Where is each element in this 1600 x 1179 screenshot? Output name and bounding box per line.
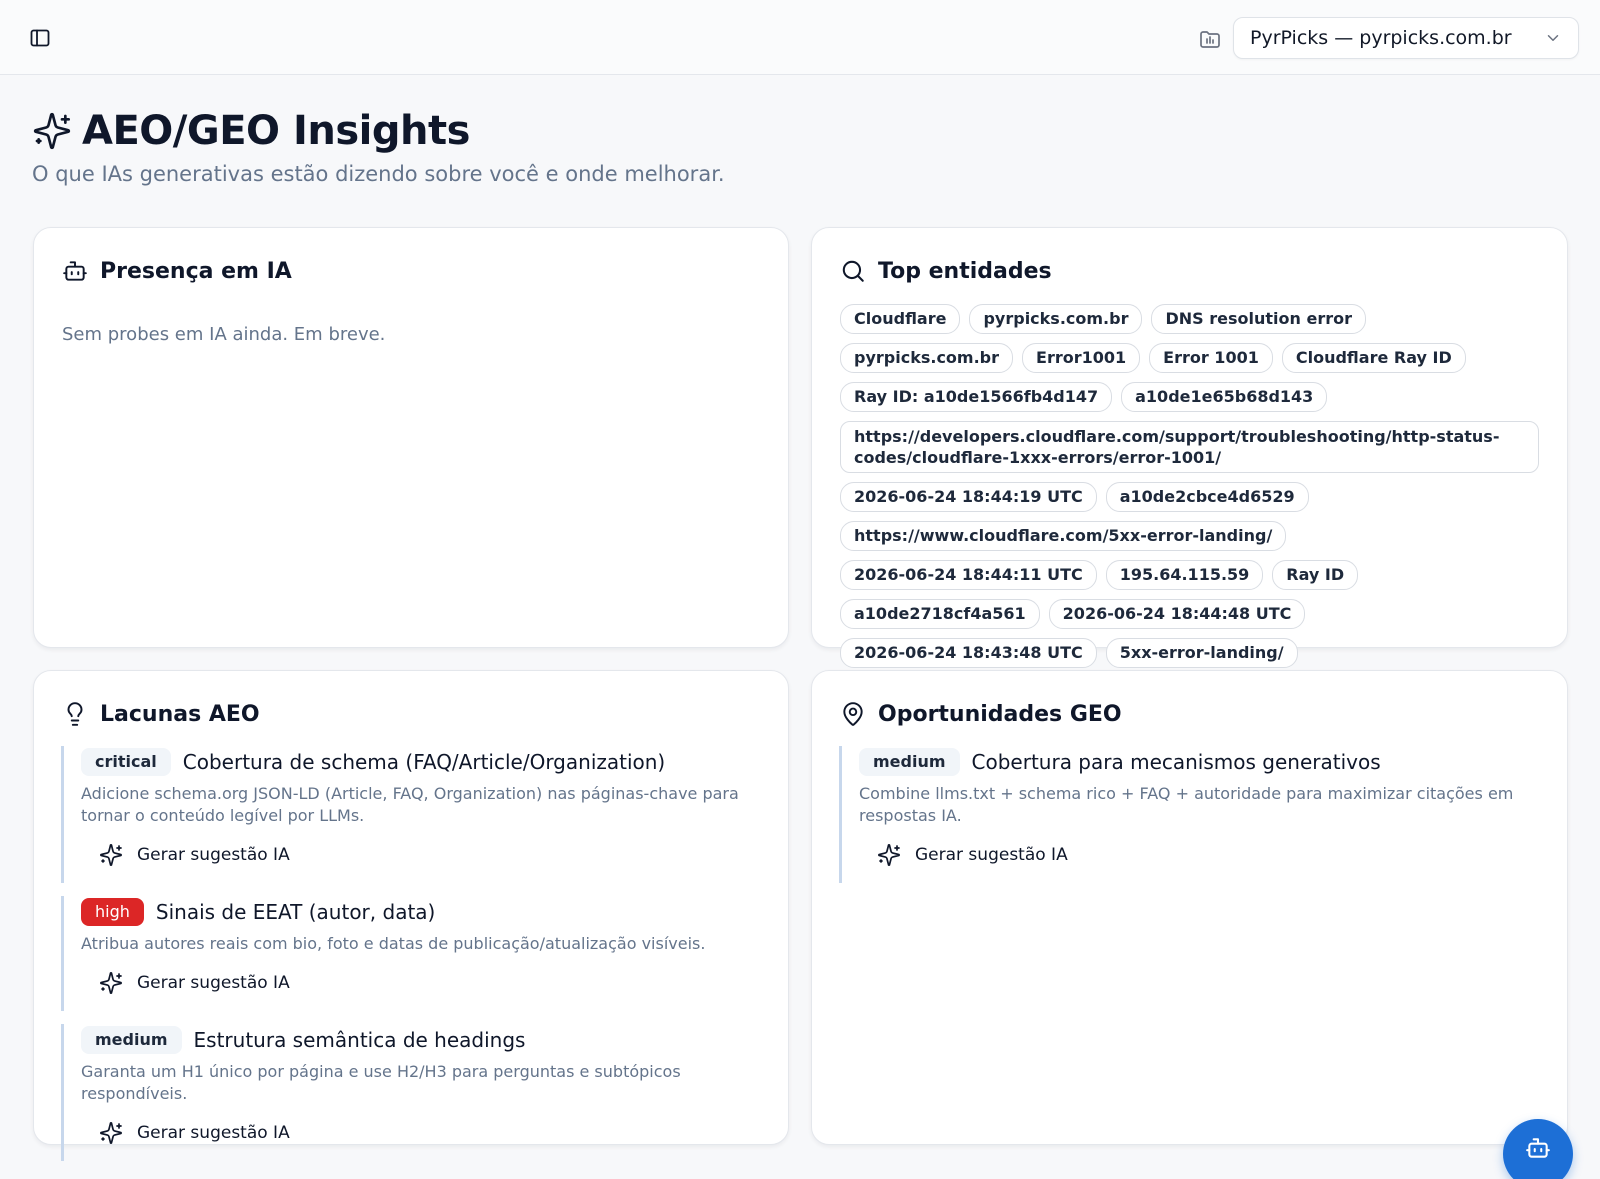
gap-description: Garanta um H1 único por página e use H2/… bbox=[81, 1062, 681, 1103]
aeo-gap-item: high Sinais de EEAT (autor, data) Atribu… bbox=[61, 896, 761, 1011]
entity-chip: 2026-06-24 18:44:48 UTC bbox=[1048, 599, 1306, 629]
aeo-gap-list: critical Cobertura de schema (FAQ/Articl… bbox=[61, 746, 761, 1174]
entity-chip: Ray ID: a10de1566fb4d147 bbox=[840, 382, 1113, 412]
entity-chip: pyrpicks.com.br bbox=[840, 343, 1014, 373]
entity-chip: Error1001 bbox=[1022, 343, 1141, 373]
entity-chip: Ray ID bbox=[1272, 560, 1359, 590]
aeo-gaps-title: Lacunas AEO bbox=[100, 701, 260, 727]
entity-chip: a10de1e65b68d143 bbox=[1121, 382, 1328, 412]
bot-icon bbox=[62, 258, 88, 284]
sparkles-icon bbox=[99, 1121, 123, 1145]
entity-chip: 5xx-error-landing/ bbox=[1105, 638, 1298, 668]
severity-badge: medium bbox=[81, 1026, 182, 1054]
folder-icon bbox=[1198, 27, 1222, 51]
opportunity-description: Combine llms.txt + schema rico + FAQ + a… bbox=[859, 784, 1514, 825]
severity-badge: critical bbox=[81, 748, 171, 776]
entity-chip: 195.64.115.59 bbox=[1105, 560, 1264, 590]
entity-chip: 2026-06-24 18:43:48 UTC bbox=[840, 638, 1097, 668]
opportunity-title: Cobertura para mecanismos generativos bbox=[971, 750, 1381, 774]
severity-badge: medium bbox=[859, 748, 960, 776]
entity-chip: Cloudflare Ray ID bbox=[1281, 343, 1466, 373]
generate-suggestion-button[interactable]: Gerar sugestão IA bbox=[91, 1115, 298, 1151]
geo-opportunities-title: Oportunidades GEO bbox=[878, 701, 1122, 727]
entity-chip: pyrpicks.com.br bbox=[969, 304, 1143, 334]
page-header: AEO/GEO Insights O que IAs generativas e… bbox=[32, 108, 725, 186]
sparkles-icon bbox=[877, 843, 901, 867]
generate-suggestion-button[interactable]: Gerar sugestão IA bbox=[869, 837, 1076, 873]
entity-chip: https://www.cloudflare.com/5xx-error-lan… bbox=[840, 521, 1287, 551]
generate-suggestion-button[interactable]: Gerar sugestão IA bbox=[91, 837, 298, 873]
generate-suggestion-label: Gerar sugestão IA bbox=[137, 845, 290, 865]
page-title: AEO/GEO Insights bbox=[82, 108, 470, 154]
search-icon bbox=[840, 258, 866, 284]
entity-chip: https://developers.cloudflare.com/suppor… bbox=[840, 421, 1539, 473]
entity-chip: a10de2718cf4a561 bbox=[840, 599, 1040, 629]
geo-opportunity-list: medium Cobertura para mecanismos generat… bbox=[839, 746, 1539, 896]
top-bar: PyrPicks — pyrpicks.com.br bbox=[0, 0, 1600, 75]
geo-opportunity-item: medium Cobertura para mecanismos generat… bbox=[839, 746, 1539, 883]
entity-chip: 2026-06-24 18:44:19 UTC bbox=[840, 482, 1097, 512]
gap-title: Sinais de EEAT (autor, data) bbox=[155, 900, 436, 924]
site-select[interactable]: PyrPicks — pyrpicks.com.br bbox=[1233, 17, 1579, 59]
page-subtitle: O que IAs generativas estão dizendo sobr… bbox=[32, 162, 725, 186]
presence-card: Presença em IA Sem probes em IA ainda. E… bbox=[33, 227, 789, 648]
entity-chip-list: Cloudflare pyrpicks.com.br DNS resolutio… bbox=[840, 304, 1540, 668]
aeo-gap-item: critical Cobertura de schema (FAQ/Articl… bbox=[61, 746, 761, 883]
presence-empty-text: Sem probes em IA ainda. Em breve. bbox=[62, 324, 386, 345]
gap-title: Estrutura semântica de headings bbox=[193, 1028, 526, 1052]
entities-card: Top entidades Cloudflare pyrpicks.com.br… bbox=[811, 227, 1568, 668]
gap-title: Cobertura de schema (FAQ/Article/Organiz… bbox=[182, 750, 666, 774]
presence-title: Presença em IA bbox=[100, 258, 292, 284]
generate-suggestion-label: Gerar sugestão IA bbox=[137, 973, 290, 993]
entity-chip: 2026-06-24 18:44:11 UTC bbox=[840, 560, 1097, 590]
sparkles-icon bbox=[32, 111, 72, 151]
severity-badge: high bbox=[81, 898, 144, 926]
chevron-down-icon bbox=[1544, 29, 1562, 47]
generate-suggestion-label: Gerar sugestão IA bbox=[137, 1123, 290, 1143]
sparkles-icon bbox=[99, 843, 123, 867]
entity-chip: Cloudflare bbox=[840, 304, 961, 334]
entity-chip: a10de2cbce4d6529 bbox=[1105, 482, 1309, 512]
entity-chip: Error 1001 bbox=[1149, 343, 1273, 373]
generate-suggestion-button[interactable]: Gerar sugestão IA bbox=[91, 965, 298, 1001]
site-select-value: PyrPicks — pyrpicks.com.br bbox=[1250, 27, 1512, 49]
aeo-gaps-card: Lacunas AEO critical Cobertura de schema… bbox=[33, 670, 789, 1161]
map-pin-icon bbox=[840, 701, 866, 727]
entity-chip: DNS resolution error bbox=[1151, 304, 1366, 334]
sparkles-icon bbox=[99, 971, 123, 995]
geo-opportunities-card: Oportunidades GEO medium Cobertura para … bbox=[811, 670, 1568, 1145]
panel-left-icon[interactable] bbox=[28, 26, 52, 50]
aeo-gap-item: medium Estrutura semântica de headings G… bbox=[61, 1024, 761, 1161]
gap-description: Adicione schema.org JSON-LD (Article, FA… bbox=[81, 784, 739, 825]
bot-icon bbox=[1525, 1135, 1551, 1161]
gap-description: Atribua autores reais com bio, foto e da… bbox=[81, 934, 706, 953]
entities-title: Top entidades bbox=[878, 258, 1052, 284]
generate-suggestion-label: Gerar sugestão IA bbox=[915, 845, 1068, 865]
lightbulb-icon bbox=[62, 701, 88, 727]
